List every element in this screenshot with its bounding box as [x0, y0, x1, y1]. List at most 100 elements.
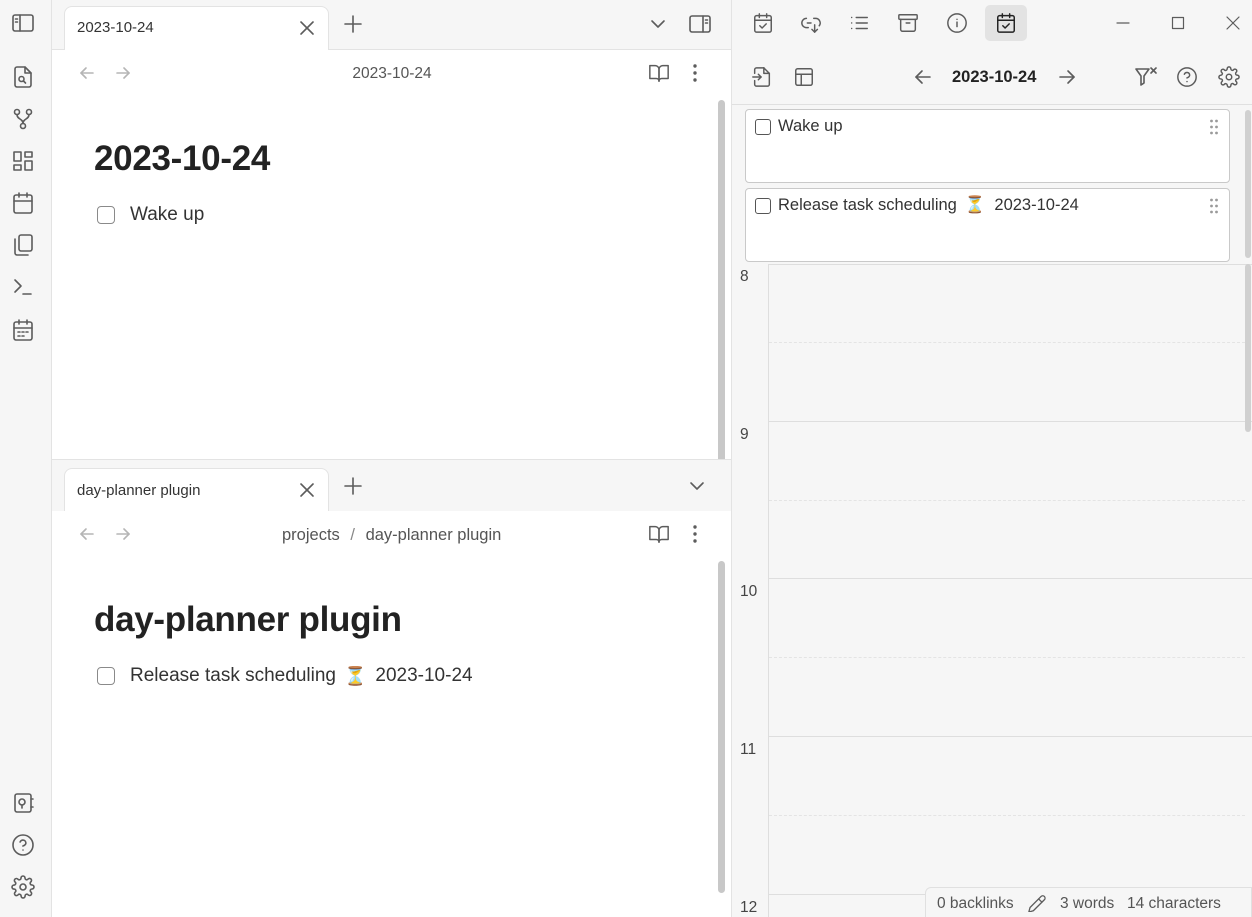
task-checkbox[interactable] — [755, 198, 771, 214]
hour-label: 9 — [740, 426, 749, 443]
task-checkbox[interactable] — [755, 119, 771, 135]
drag-handle-icon[interactable] — [1209, 118, 1219, 136]
tab-label: 2023-10-24 — [77, 19, 154, 36]
new-tab-icon[interactable] — [343, 476, 363, 496]
task-card-text: Release task scheduling ⏳ 2023-10-24 — [778, 196, 1079, 215]
vault-icon[interactable] — [11, 791, 35, 815]
task-card[interactable]: Wake up — [745, 109, 1230, 183]
hour-label: 10 — [740, 583, 758, 600]
tab-daily-note[interactable]: 2023-10-24 — [64, 6, 329, 51]
day-planner-icon[interactable] — [11, 318, 35, 342]
tab-project-note[interactable]: day-planner plugin — [64, 468, 329, 513]
pencil-icon[interactable] — [1027, 894, 1047, 912]
note-title-nav[interactable]: 2023-10-24 — [292, 65, 492, 83]
info-icon[interactable] — [943, 9, 971, 37]
settings-icon[interactable] — [11, 875, 35, 899]
task-text: Wake up — [130, 204, 205, 225]
canvas-icon[interactable] — [11, 149, 35, 173]
scrollbar[interactable] — [1245, 264, 1251, 432]
file-search-icon[interactable] — [11, 65, 35, 89]
task-card[interactable]: Release task scheduling ⏳ 2023-10-24 — [745, 188, 1230, 262]
timeline-gutter — [768, 264, 769, 917]
chevron-down-icon[interactable] — [687, 476, 707, 496]
archive-icon[interactable] — [894, 9, 922, 37]
right-sidebar-toggle-icon[interactable] — [688, 12, 712, 36]
task-date: 2023-10-24 — [375, 665, 473, 686]
new-tab-icon[interactable] — [343, 14, 363, 34]
outline-icon[interactable] — [845, 9, 873, 37]
hour-label: 11 — [740, 741, 757, 758]
templates-icon[interactable] — [11, 233, 35, 257]
reading-view-icon[interactable] — [648, 523, 670, 545]
back-arrow-icon[interactable] — [78, 525, 96, 543]
back-arrow-icon[interactable] — [78, 64, 96, 82]
daily-tasks-icon[interactable] — [749, 9, 777, 37]
calendar-icon[interactable] — [11, 191, 35, 215]
hour-label: 8 — [740, 268, 749, 285]
breadcrumb-folder[interactable]: projects — [282, 526, 340, 544]
backlinks-count[interactable]: 0 backlinks — [937, 895, 1014, 913]
terminal-icon[interactable] — [11, 275, 35, 299]
more-options-icon[interactable] — [686, 62, 704, 84]
sidebar-toggle-icon[interactable] — [11, 11, 35, 35]
hour-line — [769, 578, 1252, 579]
backlinks-icon[interactable] — [797, 9, 825, 37]
toolbar-divider — [732, 104, 1252, 105]
forward-arrow-icon[interactable] — [114, 64, 132, 82]
task-item: Wake up — [97, 204, 204, 226]
minimize-icon[interactable] — [1113, 13, 1133, 33]
filter-clear-icon[interactable] — [1134, 66, 1158, 88]
scrollbar[interactable] — [718, 100, 725, 482]
scrollbar[interactable] — [718, 561, 725, 893]
task-text: Release task scheduling — [130, 665, 336, 686]
bottom-editor-pane: projects / day-planner plugin day-planne… — [52, 511, 731, 917]
hour-line — [769, 264, 1252, 265]
help-icon[interactable] — [11, 833, 35, 857]
task-checkbox[interactable] — [97, 206, 115, 224]
chevron-down-icon[interactable] — [648, 14, 668, 34]
breadcrumb-file[interactable]: day-planner plugin — [366, 526, 502, 544]
arrow-left-icon[interactable] — [913, 67, 933, 87]
graph-icon[interactable] — [11, 107, 35, 131]
scrollbar[interactable] — [1245, 110, 1251, 258]
left-ribbon — [0, 0, 52, 917]
note-heading: 2023-10-24 — [94, 139, 271, 178]
close-icon[interactable] — [298, 19, 316, 37]
hourglass-icon: ⏳ — [343, 665, 367, 686]
forward-arrow-icon[interactable] — [114, 525, 132, 543]
maximize-icon[interactable] — [1168, 13, 1188, 33]
top-tab-bar: 2023-10-24 — [52, 0, 731, 51]
planner-date[interactable]: 2023-10-24 — [952, 68, 1036, 87]
close-window-icon[interactable] — [1223, 13, 1243, 33]
half-hour-line — [769, 657, 1245, 658]
hour-line — [769, 736, 1252, 737]
open-note-icon[interactable] — [751, 66, 773, 88]
hour-label: 12 — [740, 899, 758, 916]
hour-line — [769, 421, 1252, 422]
character-count: 14 characters — [1127, 895, 1221, 912]
task-item: Release task scheduling ⏳ 2023-10-24 — [97, 665, 473, 687]
timeline-view-icon[interactable] — [793, 66, 815, 88]
more-options-icon[interactable] — [686, 523, 704, 545]
bottom-tab-bar: day-planner plugin — [52, 459, 731, 513]
half-hour-line — [769, 342, 1245, 343]
half-hour-line — [769, 815, 1245, 816]
status-bar: 0 backlinks 3 words 14 characters — [925, 887, 1252, 917]
settings-icon[interactable] — [1218, 66, 1240, 88]
reading-view-icon[interactable] — [648, 62, 670, 84]
word-count: 3 words — [1060, 895, 1115, 912]
breadcrumb: projects / day-planner plugin — [282, 526, 501, 545]
breadcrumb-separator: / — [350, 526, 355, 544]
task-card-title: Release task scheduling — [778, 196, 957, 214]
close-icon[interactable] — [298, 481, 316, 499]
timeline[interactable]: 8 9 10 11 12 — [732, 264, 1252, 917]
planner-timeline-icon[interactable] — [985, 5, 1027, 41]
task-card-text: Wake up — [778, 117, 843, 135]
drag-handle-icon[interactable] — [1209, 197, 1219, 215]
arrow-right-icon[interactable] — [1057, 67, 1077, 87]
help-icon[interactable] — [1176, 66, 1198, 88]
top-editor-pane: 2023-10-24 2023-10-24 Wake up — [52, 50, 731, 482]
note-heading: day-planner plugin — [94, 600, 402, 639]
right-sidebar: 2023-10-24 Wake up Release task scheduli… — [731, 0, 1252, 917]
task-checkbox[interactable] — [97, 667, 115, 685]
